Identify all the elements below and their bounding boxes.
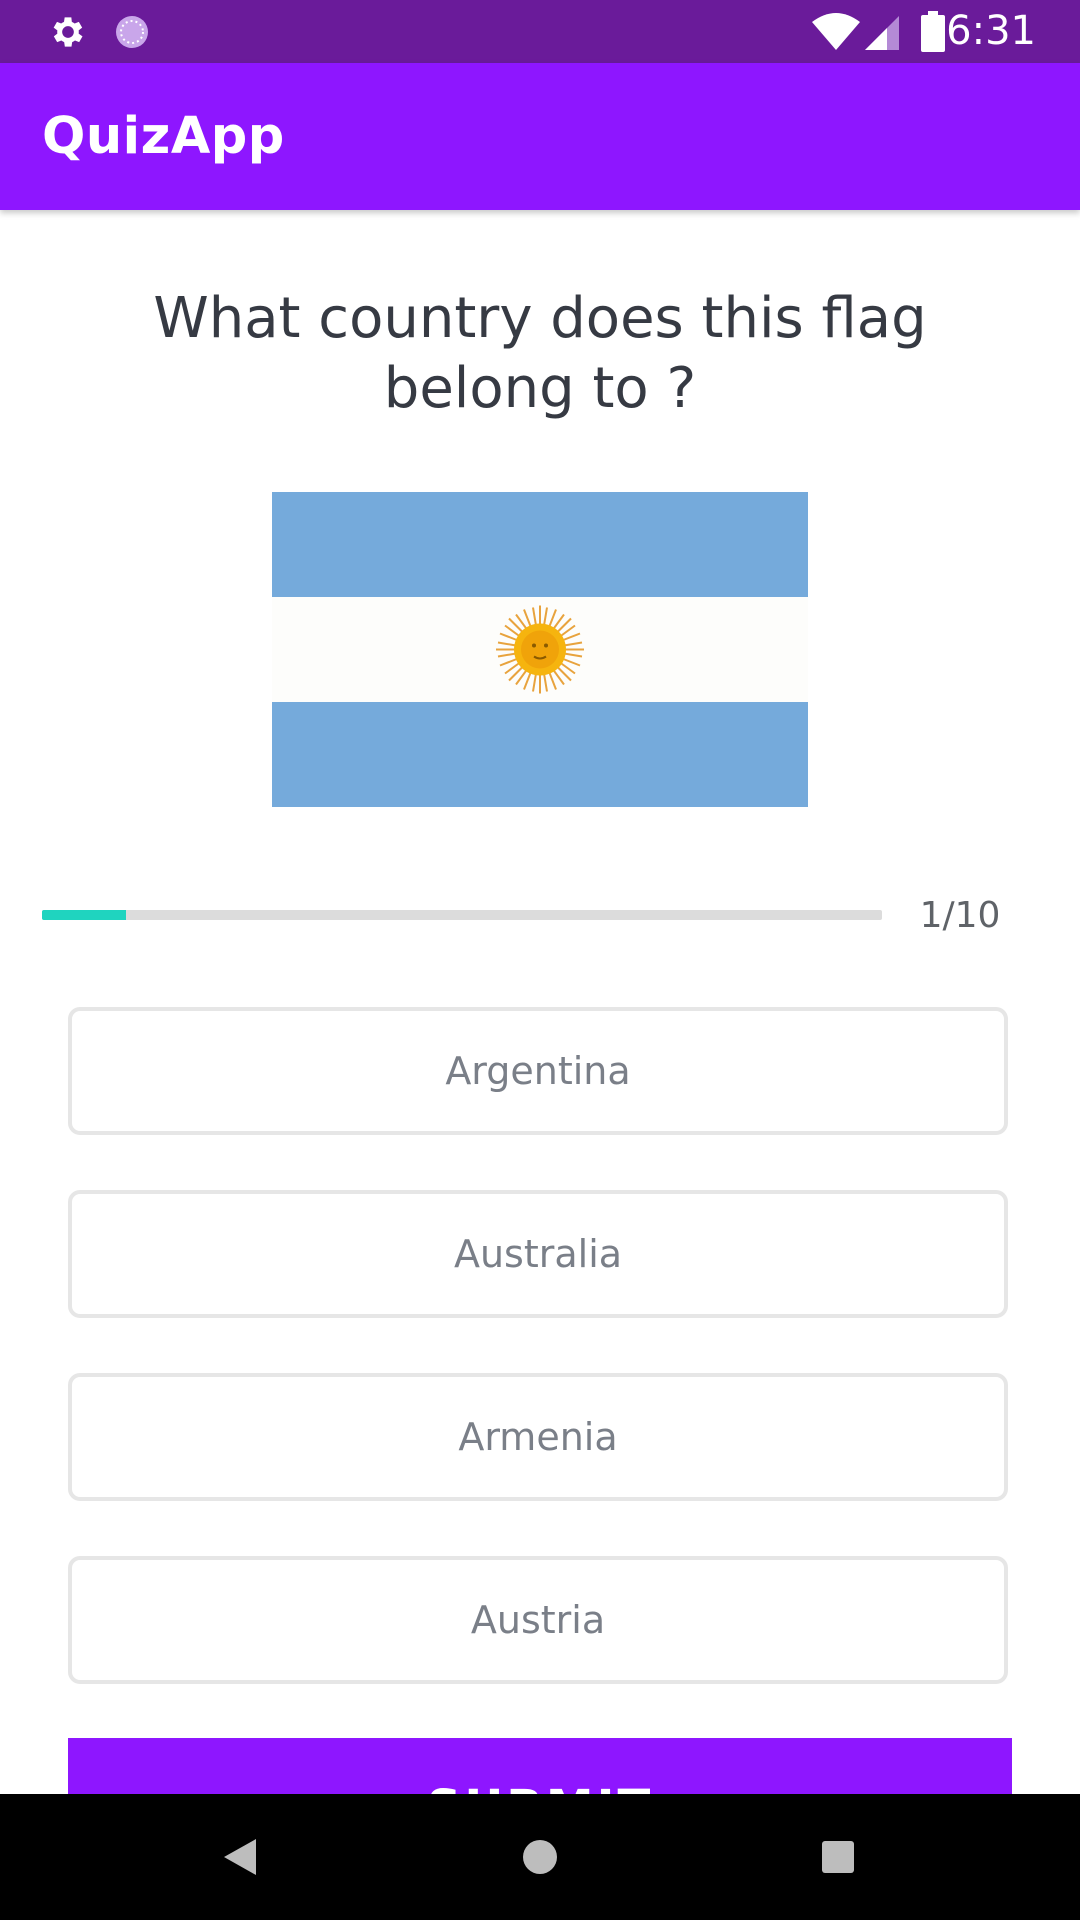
quiz-screen: 6:31 QuizApp What country does this flag…	[0, 0, 1080, 1920]
wifi-icon	[808, 0, 864, 63]
status-bar: 6:31	[0, 0, 1080, 63]
recents-icon[interactable]	[778, 1794, 898, 1920]
signal-icon	[862, 0, 902, 63]
quiz-progress-bar	[42, 910, 882, 920]
option-australia[interactable]: Australia	[68, 1190, 1008, 1318]
app-title: QuizApp	[42, 107, 285, 166]
option-armenia[interactable]: Armenia	[68, 1373, 1008, 1501]
argentina-flag	[272, 492, 808, 807]
status-time: 6:31	[946, 8, 1036, 54]
progress-label: 1/10	[919, 895, 1001, 936]
option-austria[interactable]: Austria	[68, 1556, 1008, 1684]
battery-icon	[918, 0, 948, 63]
progress-fill	[42, 910, 126, 920]
back-icon[interactable]	[180, 1794, 300, 1920]
navigation-bar	[0, 1794, 1080, 1920]
app-bar: QuizApp	[0, 63, 1080, 210]
question-text: What country does this flag belong to ?	[153, 286, 927, 421]
option-argentina[interactable]: Argentina	[68, 1007, 1008, 1135]
sync-icon	[108, 0, 156, 63]
gear-icon	[44, 0, 92, 63]
home-icon[interactable]	[480, 1794, 600, 1920]
sun-of-may-icon	[496, 605, 584, 694]
